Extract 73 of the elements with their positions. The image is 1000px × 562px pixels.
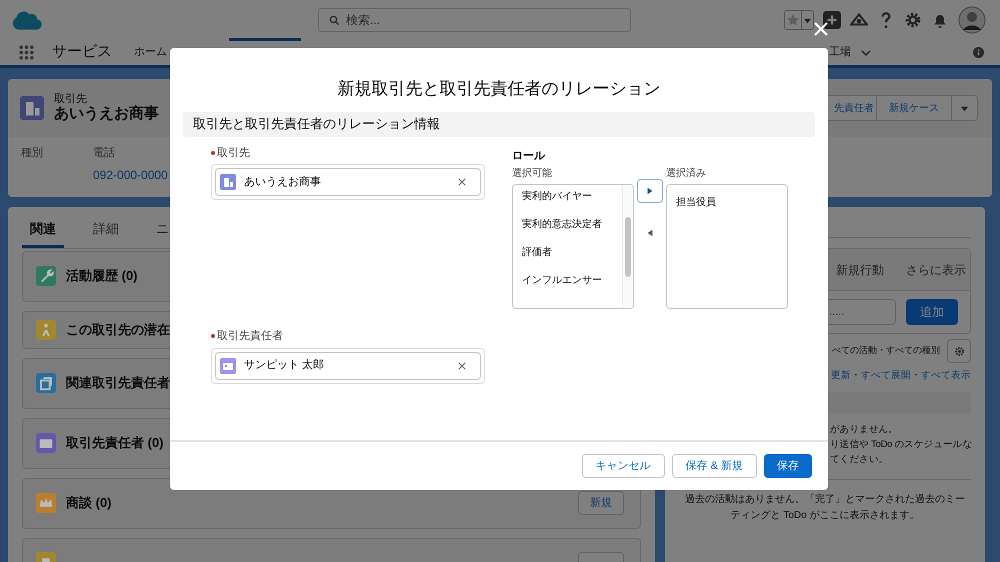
building-icon xyxy=(20,96,44,120)
required-icon xyxy=(211,334,215,338)
nav-item[interactable]: 工場 xyxy=(829,44,871,61)
activity-link[interactable]: すべて展開 xyxy=(861,369,911,384)
activity-link[interactable]: すべて表示 xyxy=(921,369,971,384)
related-list-title[interactable]: 取引先責任者 (0) xyxy=(66,433,164,453)
empty-message: り送信や ToDo のスケジュールな xyxy=(830,438,972,452)
caret-icon xyxy=(960,104,969,112)
role-option[interactable]: インフルエンサー xyxy=(522,273,622,289)
role-option[interactable]: 評価者 xyxy=(522,245,622,261)
field-label: 取引先責任者 xyxy=(217,329,283,344)
close-icon[interactable] xyxy=(813,21,829,37)
move-right-button[interactable] xyxy=(637,179,663,203)
section-header: 取引先と取引先責任者のリレーション情報 xyxy=(183,112,815,136)
empty-message: てください。 xyxy=(830,453,888,468)
left-triangle-icon[interactable] xyxy=(646,229,654,237)
tab[interactable]: 詳細 xyxy=(85,213,127,248)
search-icon xyxy=(329,14,340,26)
role-option[interactable]: 実利的意志決定者 xyxy=(522,217,622,233)
action-button[interactable]: 新規ケース xyxy=(877,96,952,120)
field-label: 種別 xyxy=(21,146,43,161)
list-label: 選択済み xyxy=(666,166,707,181)
object-label: 取引先 xyxy=(54,93,88,105)
field-label: 取引先 xyxy=(217,146,250,160)
tab[interactable]: 関連 xyxy=(22,213,64,248)
settings-button[interactable] xyxy=(947,339,971,363)
nav-item[interactable]: ホーム xyxy=(134,44,167,61)
available-listbox[interactable]: 実利的バイヤー 実利的意志決定者 評価者 インフルエンサー xyxy=(512,184,634,309)
lookup-field[interactable]: あいうえお商事 xyxy=(215,168,481,196)
scrollbar-thumb[interactable] xyxy=(625,217,631,277)
activity-filter: べての活動・すべての種別 xyxy=(832,344,940,358)
secondary-button[interactable]: 保存 & 新規 xyxy=(672,454,757,478)
activity-tab[interactable]: さらに表示 xyxy=(906,260,966,278)
related-list-title[interactable]: 商談 (0) xyxy=(66,493,112,513)
search-placeholder: 検索... xyxy=(346,12,380,29)
info-icon[interactable] xyxy=(973,47,984,58)
empty-message: がありません。 xyxy=(830,423,898,438)
role-option[interactable]: 実利的バイヤー xyxy=(522,189,622,205)
settings-icon[interactable] xyxy=(904,11,922,29)
app-launcher-icon[interactable] xyxy=(18,44,35,61)
selected-listbox[interactable]: 担当役員 xyxy=(666,184,788,309)
lookup-value: あいうえお商事 xyxy=(244,174,321,190)
clear-icon[interactable] xyxy=(458,362,466,370)
activity-tab[interactable]: 新規行動 xyxy=(836,260,884,278)
past-activity-message: 過去の活動はありません。「完了」とマークされた過去のミーティングと ToDo がここに表示されます。 xyxy=(685,494,965,522)
app-name: サービス xyxy=(52,42,113,62)
modal-title: 新規取引先と取引先責任者のリレーション xyxy=(338,78,660,100)
list-label: 選択可能 xyxy=(512,166,553,181)
role-label: ロール xyxy=(512,148,546,164)
save-button[interactable]: 保存 xyxy=(764,454,812,478)
lookup-value: サンピット 太郎 xyxy=(244,358,324,374)
separator-dot: ・ xyxy=(911,369,921,383)
related-list-title[interactable]: 活動履歴 (0) xyxy=(66,266,138,286)
settings-icon xyxy=(954,346,964,356)
related-list-title[interactable]: この取引先の潜在 xyxy=(66,320,170,340)
lookup-field[interactable]: サンピット 太郎 xyxy=(215,352,481,380)
search-field[interactable]: 検索... xyxy=(318,8,631,32)
phone-link[interactable]: 092-000-0000 xyxy=(93,166,168,184)
right-triangle-icon xyxy=(646,187,654,195)
activity-link[interactable]: 更新 xyxy=(831,369,851,384)
add-button[interactable]: 追加 xyxy=(906,299,958,325)
related-list-title[interactable]: 関連取引先責任者 xyxy=(66,373,170,393)
avatar-icon[interactable] xyxy=(958,6,986,34)
required-icon xyxy=(211,150,215,155)
secondary-button[interactable]: キャンセル xyxy=(582,454,665,478)
field-label: 電話 xyxy=(93,146,116,161)
separator-dot: ・ xyxy=(851,369,861,383)
role-option[interactable]: 担当役員 xyxy=(676,195,716,210)
caret-icon xyxy=(801,11,813,29)
clear-icon[interactable] xyxy=(458,178,466,186)
record-name: あいうえお商事 xyxy=(54,105,159,123)
plus-icon[interactable] xyxy=(823,11,841,29)
new-button[interactable]: 新規 xyxy=(578,491,624,515)
